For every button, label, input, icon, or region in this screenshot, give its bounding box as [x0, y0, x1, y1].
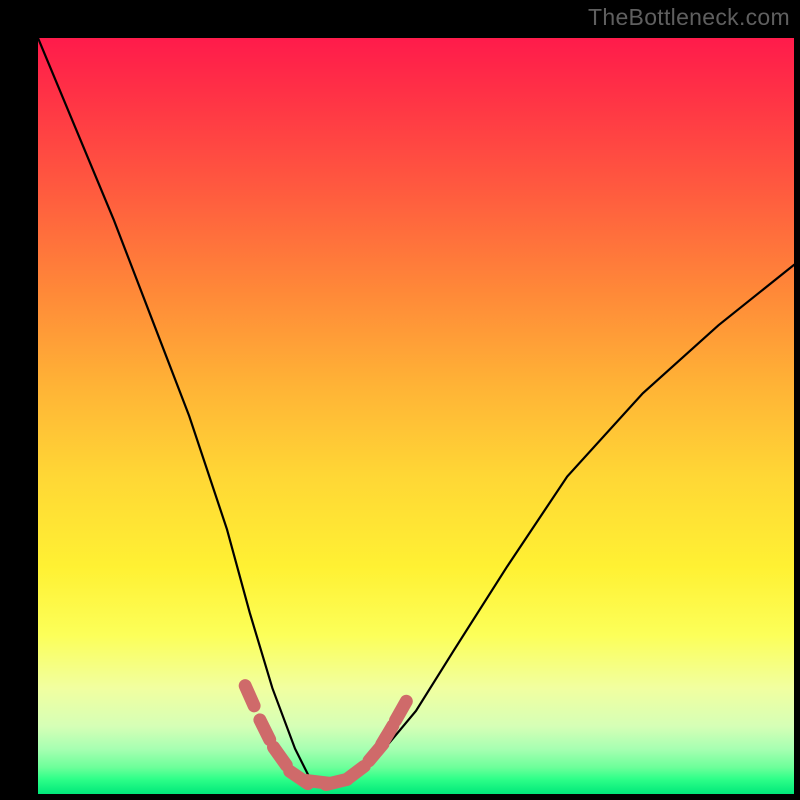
highlight-marker: [274, 747, 287, 765]
highlight-marker: [245, 686, 254, 706]
highlight-marker: [347, 766, 365, 779]
highlight-marker: [396, 701, 407, 720]
bottleneck-curve-path: [38, 38, 794, 783]
watermark-text: TheBottleneck.com: [588, 4, 790, 31]
highlight-marker-group: [245, 686, 406, 785]
chart-stage: TheBottleneck.com: [0, 0, 800, 800]
bottleneck-curve-svg: [38, 38, 794, 794]
highlight-marker: [260, 720, 270, 740]
plot-area: [38, 38, 794, 794]
